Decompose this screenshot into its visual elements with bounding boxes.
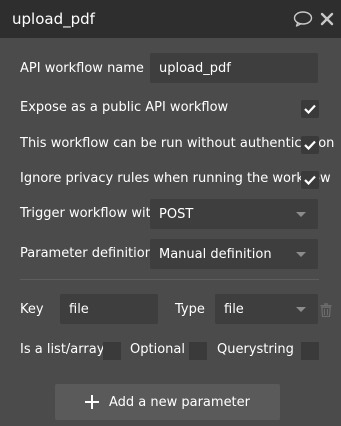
plus-icon bbox=[84, 395, 99, 409]
param-key-label: Key bbox=[20, 302, 44, 317]
no-auth-label: This workflow can be run without authent… bbox=[20, 136, 335, 151]
close-icon[interactable] bbox=[320, 11, 334, 26]
expose-public-label: Expose as a public API workflow bbox=[20, 100, 229, 115]
optional-checkbox[interactable] bbox=[189, 342, 207, 360]
param-type-select[interactable]: file bbox=[215, 294, 318, 324]
param-type-value: file bbox=[224, 301, 244, 317]
workflow-name-value: upload_pdf bbox=[159, 60, 231, 76]
workflow-name-input[interactable]: upload_pdf bbox=[150, 53, 318, 83]
panel-header: upload_pdf bbox=[0, 0, 341, 38]
comment-icon[interactable] bbox=[293, 11, 313, 27]
param-key-value: file bbox=[69, 301, 89, 317]
trash-icon[interactable] bbox=[320, 302, 332, 318]
param-def-select[interactable]: Manual definition bbox=[150, 239, 318, 269]
panel-title: upload_pdf bbox=[12, 10, 95, 28]
chevron-down-icon bbox=[296, 212, 306, 217]
checkmark-icon bbox=[304, 104, 316, 114]
ignore-privacy-checkbox[interactable] bbox=[301, 171, 319, 189]
is-list-label: Is a list/array bbox=[20, 342, 105, 357]
ignore-privacy-label: Ignore privacy rules when running the wo… bbox=[20, 171, 331, 186]
param-def-label: Parameter definition bbox=[20, 246, 153, 261]
divider bbox=[20, 279, 319, 280]
no-auth-checkbox[interactable] bbox=[301, 136, 319, 154]
expose-public-checkbox[interactable] bbox=[301, 100, 319, 118]
optional-label: Optional bbox=[130, 342, 185, 357]
querystring-label: Querystring bbox=[217, 342, 294, 357]
add-parameter-button[interactable]: Add a new parameter bbox=[55, 384, 280, 420]
checkmark-icon bbox=[304, 175, 316, 185]
chevron-down-icon bbox=[296, 252, 306, 257]
chevron-down-icon bbox=[296, 307, 306, 312]
trigger-label: Trigger workflow with bbox=[20, 206, 159, 221]
checkmark-icon bbox=[304, 140, 316, 150]
add-parameter-label: Add a new parameter bbox=[108, 394, 251, 410]
param-def-value: Manual definition bbox=[159, 246, 272, 262]
querystring-checkbox[interactable] bbox=[301, 342, 319, 360]
param-type-label: Type bbox=[175, 302, 205, 317]
param-key-input[interactable]: file bbox=[60, 294, 158, 324]
trigger-value: POST bbox=[159, 206, 194, 222]
workflow-name-label: API workflow name bbox=[20, 61, 144, 76]
trigger-select[interactable]: POST bbox=[150, 199, 318, 229]
is-list-checkbox[interactable] bbox=[103, 342, 121, 360]
